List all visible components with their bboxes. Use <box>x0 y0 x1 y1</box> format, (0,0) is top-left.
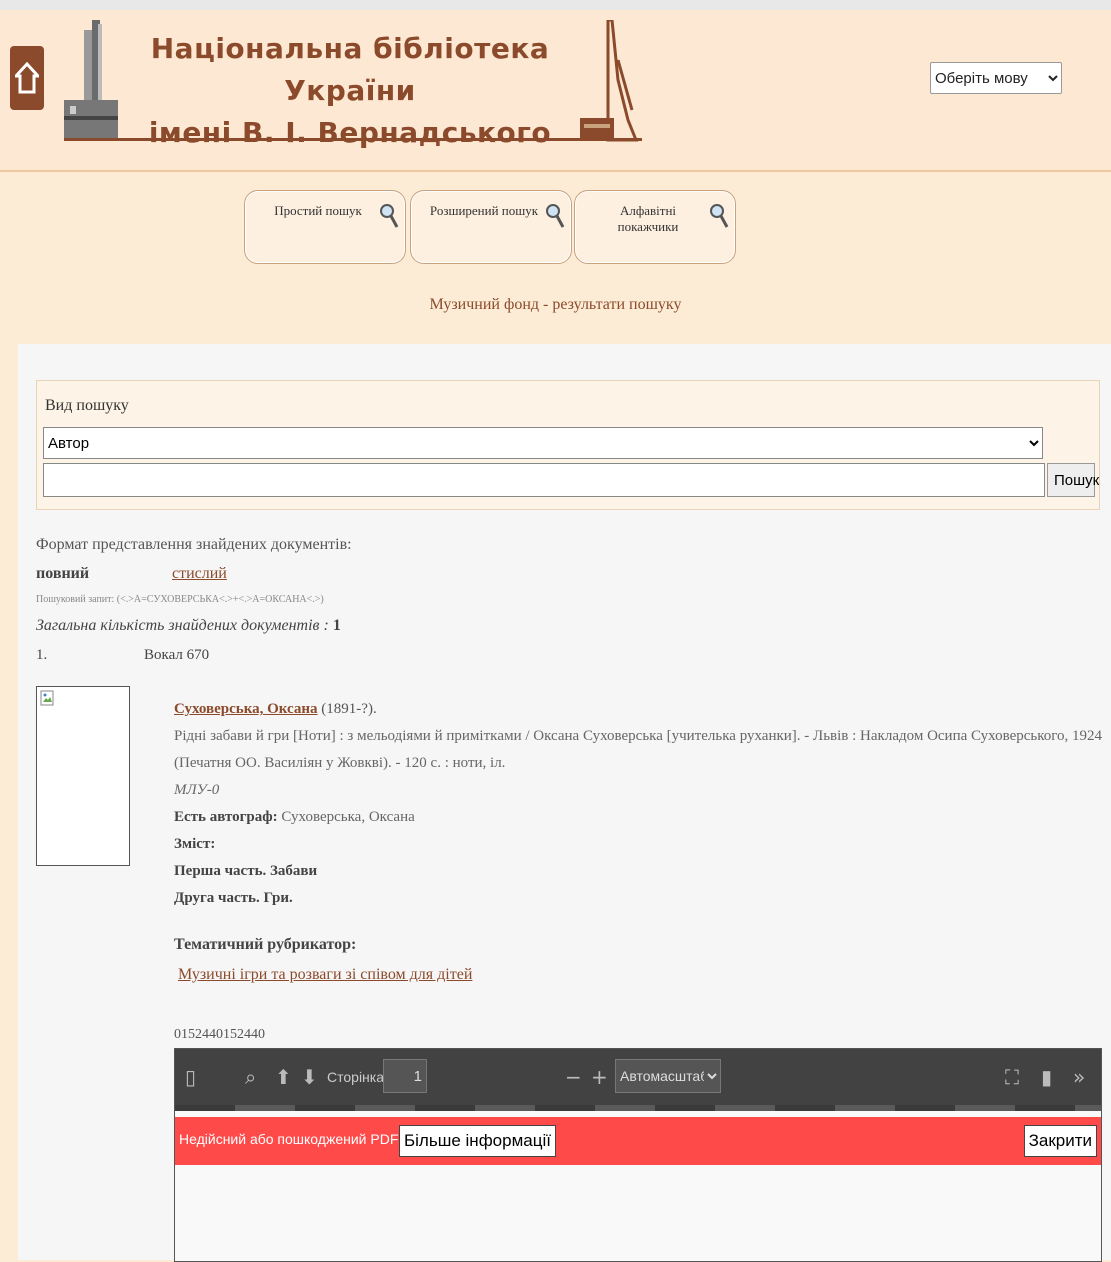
search-query-text: Пошуковий запит: (<.>A=СУХОВЕРСЬКА<.>+<.… <box>36 594 324 605</box>
record-heading: Суховерська, Оксана (1891-?). <box>174 696 1104 723</box>
fullscreen-icon[interactable]: ⛶ <box>1005 1065 1019 1089</box>
search-icon <box>546 204 565 228</box>
record-shelf: МЛУ-0 <box>174 782 220 798</box>
autograph-value: Суховерська, Оксана <box>277 809 415 825</box>
record-thumbnail[interactable] <box>36 686 130 866</box>
document-id: 0152440152440 <box>174 1027 265 1042</box>
more-info-button[interactable]: Більше інформації <box>399 1125 556 1157</box>
search-input[interactable] <box>43 463 1045 497</box>
results-panel: Вид пошуку Автор Пошук Формат представле… <box>18 344 1111 1262</box>
home-icon <box>15 62 39 94</box>
broken-image-icon <box>40 690 54 706</box>
tab-label: Розширений пошук <box>429 203 539 218</box>
browser-top-strip <box>0 0 1111 10</box>
tab-label: Алфавітні покажчики <box>617 203 679 234</box>
search-icon[interactable]: ⌕ <box>245 1065 256 1089</box>
library-title-line1: Національна бібліотека України <box>150 32 550 107</box>
site-header: Національна бібліотека України імені В. … <box>0 10 1111 170</box>
autograph-label: Есть автограф: <box>174 809 278 825</box>
tab-alphabetical-index[interactable]: Алфавітні покажчики <box>574 190 736 264</box>
page-number-input[interactable] <box>383 1059 427 1093</box>
format-label: Формат представлення знайдених документі… <box>36 536 352 553</box>
search-icon <box>380 204 399 228</box>
tab-advanced-search[interactable]: Розширений пошук <box>410 190 572 264</box>
pdf-viewer: ▯ ⌕ ⬆ ⬇ Сторінка − + Автомасштаб ⛶ ▮ » Н… <box>174 1048 1102 1262</box>
record-author-link[interactable]: Суховерська, Оксана <box>174 701 318 717</box>
toolbar-loading-strip <box>175 1105 1101 1111</box>
zoom-out-icon[interactable]: − <box>565 1065 582 1089</box>
rubric-label: Тематичний рубрикатор: <box>174 936 357 953</box>
language-select[interactable]: Оберіть мову <box>930 62 1062 94</box>
bookmark-icon[interactable]: ▮ <box>1041 1065 1052 1089</box>
previous-page-icon[interactable]: ⬆ <box>275 1065 292 1089</box>
tab-label: Простий пошук <box>274 203 362 218</box>
sidebar-toggle-icon[interactable]: ▯ <box>185 1065 196 1089</box>
header-separator <box>0 170 1111 172</box>
total-count-label: Загальна кількість знайдених документів … <box>36 617 333 634</box>
total-count-value: 1 <box>332 617 341 634</box>
search-type-select[interactable]: Автор <box>43 427 1043 459</box>
pdf-error-bar: Недійсний або пошкоджений PDF-файл Більш… <box>175 1117 1101 1165</box>
zoom-in-icon[interactable]: + <box>591 1065 608 1089</box>
search-type-label: Вид пошуку <box>45 397 129 414</box>
home-button[interactable] <box>10 46 44 110</box>
rubric-link[interactable]: Музичні ігри та розваги зі співом для ді… <box>178 966 472 984</box>
search-icon <box>710 204 729 228</box>
record-autograph: Есть автограф: Суховерська, Оксана <box>174 804 1104 831</box>
format-full: повний <box>36 565 90 582</box>
pdf-toolbar: ▯ ⌕ ⬆ ⬇ Сторінка − + Автомасштаб ⛶ ▮ » <box>175 1049 1101 1111</box>
library-title: Національна бібліотека України імені В. … <box>120 28 580 154</box>
next-page-icon[interactable]: ⬇ <box>301 1065 318 1089</box>
record-description: Рідні забави й гри [Ноти] : з мельодіями… <box>174 728 1103 771</box>
total-count-line: Загальна кількість знайдених документів … <box>36 617 341 635</box>
zoom-select[interactable]: Автомасштаб <box>615 1059 721 1093</box>
library-title-line2: імені В. І. Вернадського <box>148 116 552 149</box>
contents-part-1: Перша часть. Забави <box>174 863 318 879</box>
tab-simple-search[interactable]: Простий пошук <box>244 190 406 264</box>
record-details: Суховерська, Оксана (1891-?). Рідні заба… <box>174 696 1104 912</box>
library-sculpture-logo <box>580 20 639 142</box>
more-tools-icon[interactable]: » <box>1073 1065 1085 1089</box>
search-form: Вид пошуку Автор Пошук <box>36 380 1100 510</box>
close-error-button[interactable]: Закрити <box>1023 1125 1097 1157</box>
contents-label: Зміст: <box>174 836 216 852</box>
record-author-dates: (1891-?). <box>317 701 377 717</box>
library-building-logo <box>64 20 118 138</box>
record-shelf-code: Вокал 670 <box>144 647 210 663</box>
search-button[interactable]: Пошук <box>1047 463 1099 497</box>
format-brief-link[interactable]: стислий <box>172 565 227 583</box>
contents-part-2: Друга часть. Гри. <box>174 890 293 906</box>
page-label: Сторінка <box>327 1069 384 1085</box>
page-subtitle: Музичний фонд - результати пошуку <box>429 296 682 313</box>
record-number: 1. <box>36 647 48 663</box>
